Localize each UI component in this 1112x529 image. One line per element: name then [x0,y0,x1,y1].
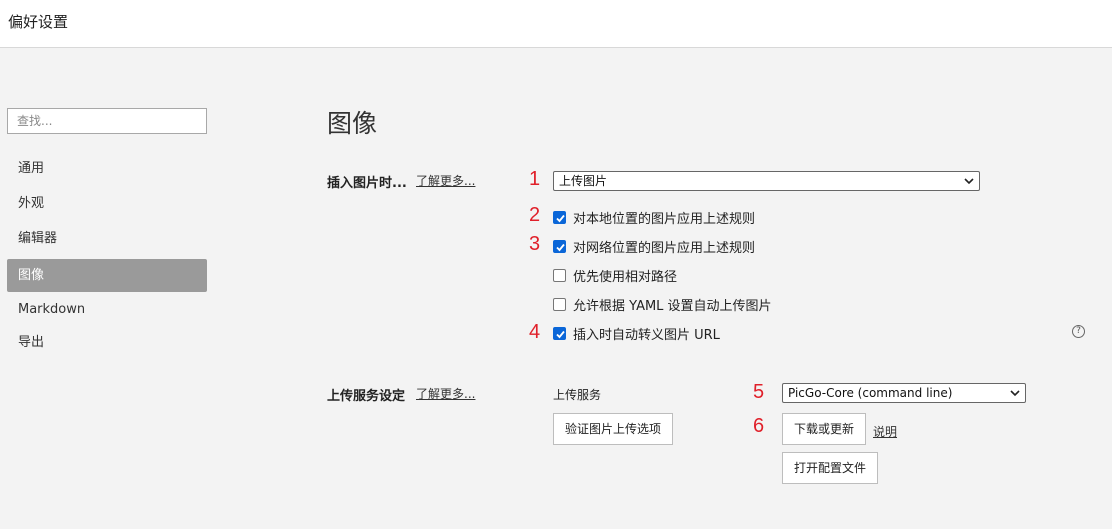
yaml-upload-label: 允许根据 YAML 设置自动上传图片 [573,298,772,314]
relative-path-checkbox[interactable] [553,268,566,282]
help-icon[interactable]: ? [1072,325,1085,338]
option-network-images[interactable]: 对网络位置的图片应用上述规则 [553,236,755,256]
upload-service-label: 上传服务 [553,388,602,402]
annotation-marker-3: 3 [529,233,541,255]
insert-action-select[interactable]: 上传图片 [553,171,980,191]
annotation-marker-6: 6 [753,415,765,437]
upload-service-settings-label: 上传服务设定 [327,389,406,404]
annotation-marker-2: 2 [529,204,541,226]
upload-learn-more-link[interactable]: 了解更多... [416,385,475,402]
chevron-down-icon [1010,390,1020,397]
insert-image-label: 插入图片时... [327,176,407,191]
local-images-label: 对本地位置的图片应用上述规则 [573,211,756,227]
sidebar-item-image[interactable]: 图像 [7,259,207,292]
option-escape-url[interactable]: 插入时自动转义图片 URL [553,323,720,343]
upload-service-select[interactable]: PicGo-Core (command line) [782,383,1026,403]
option-relative-path[interactable]: 优先使用相对路径 [553,265,677,285]
escape-url-label: 插入时自动转义图片 URL [573,327,720,343]
chevron-down-icon [964,178,974,185]
annotation-marker-1: 1 [529,168,541,190]
sidebar-item-appearance[interactable]: 外观 [7,187,207,220]
sidebar-item-general[interactable]: 通用 [7,152,207,185]
title-bar: 偏好设置 [0,0,1112,48]
relative-path-label: 优先使用相对路径 [573,269,678,285]
local-images-checkbox[interactable] [553,210,566,224]
insert-action-value: 上传图片 [559,174,608,188]
network-images-label: 对网络位置的图片应用上述规则 [573,240,756,256]
explain-link[interactable]: 说明 [873,423,897,440]
page-title: 图像 [327,109,378,138]
verify-upload-button[interactable]: 验证图片上传选项 [553,413,673,445]
sidebar-item-markdown[interactable]: Markdown [7,293,207,326]
search-input[interactable] [7,108,207,134]
sidebar-item-editor[interactable]: 编辑器 [7,222,207,255]
annotation-marker-5: 5 [753,381,765,403]
window-title: 偏好设置 [8,13,69,31]
yaml-upload-checkbox[interactable] [553,297,566,311]
option-yaml-upload[interactable]: 允许根据 YAML 设置自动上传图片 [553,294,772,314]
upload-service-value: PicGo-Core (command line) [788,386,953,400]
network-images-checkbox[interactable] [553,239,566,253]
sidebar-item-export[interactable]: 导出 [7,326,207,359]
annotation-marker-4: 4 [529,321,541,343]
option-local-images[interactable]: 对本地位置的图片应用上述规则 [553,207,755,227]
insert-learn-more-link[interactable]: 了解更多... [416,172,475,189]
escape-url-checkbox[interactable] [553,326,566,340]
open-config-file-button[interactable]: 打开配置文件 [782,452,878,484]
download-update-button[interactable]: 下载或更新 [782,413,866,445]
